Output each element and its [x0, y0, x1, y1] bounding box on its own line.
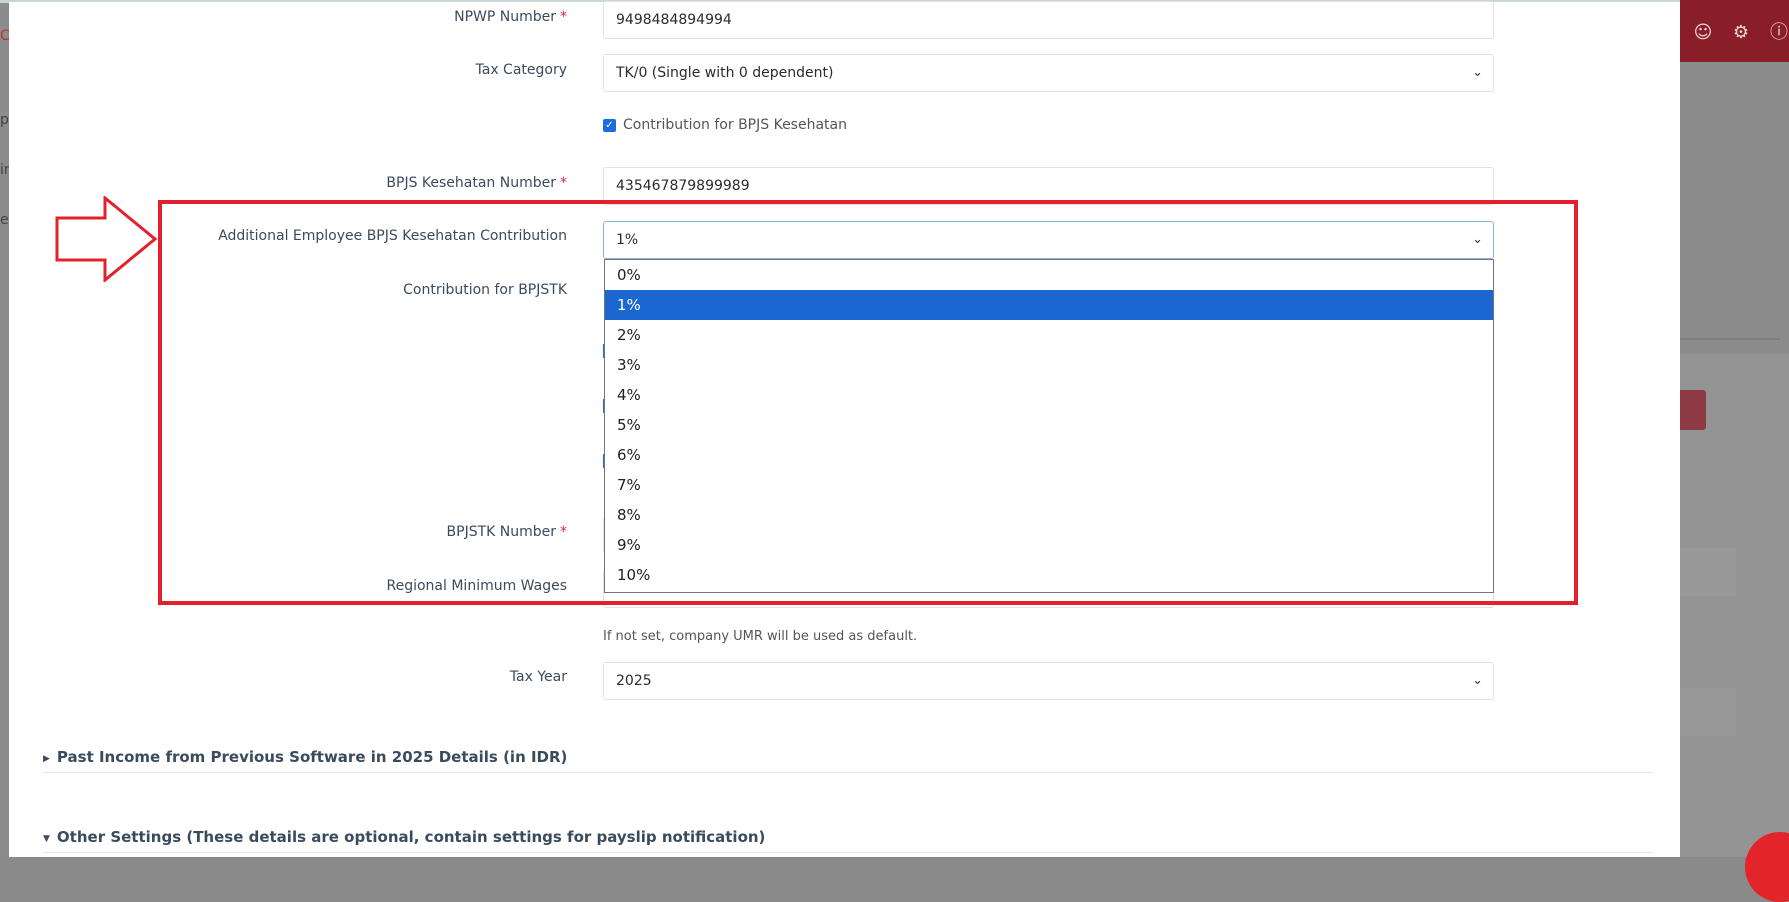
- chevron-down-icon: ⌄: [1472, 673, 1483, 688]
- tax-category-label: Tax Category: [475, 62, 568, 78]
- bpjs-kesehatan-checkbox-row[interactable]: ✓ Contribution for BPJS Kesehatan: [603, 117, 847, 133]
- bpjs-kesehatan-number-label: BPJS Kesehatan Number *: [386, 175, 567, 191]
- background-left-text: e: [0, 212, 9, 228]
- caret-down-icon: ▼: [43, 834, 50, 844]
- bpjs-kesehatan-checkbox[interactable]: ✓: [603, 118, 616, 132]
- background-row: [1680, 548, 1736, 596]
- background-button: [1680, 390, 1706, 430]
- past-income-section-title: Past Income from Previous Software in 20…: [56, 748, 568, 766]
- annotation-highlight-box: [158, 200, 1578, 605]
- other-settings-section-title: Other Settings (These details are option…: [56, 828, 766, 846]
- background-row: [1680, 688, 1736, 736]
- annotation-arrow-icon: [55, 196, 158, 282]
- bpjs-kesehatan-checkbox-label: Contribution for BPJS Kesehatan: [623, 117, 847, 133]
- past-income-section-toggle[interactable]: ▶ Past Income from Previous Software in 2…: [43, 748, 1653, 773]
- tax-category-select[interactable]: TK/0 (Single with 0 dependent) ⌄: [603, 54, 1494, 92]
- background-topbar: ☺ ⚙ ⓘ: [1680, 0, 1789, 62]
- tax-year-value: 2025: [616, 673, 652, 689]
- regional-minimum-wages-hint: If not set, company UMR will be used as …: [603, 629, 918, 644]
- npwp-label: NPWP Number *: [454, 9, 567, 25]
- chevron-down-icon: ⌄: [1472, 65, 1483, 80]
- other-settings-section-toggle[interactable]: ▼ Other Settings (These details are optio…: [43, 828, 1653, 853]
- gear-icon[interactable]: ⚙: [1730, 22, 1752, 44]
- help-icon[interactable]: ⓘ: [1768, 22, 1789, 44]
- tax-year-label: Tax Year: [509, 669, 567, 685]
- tax-year-select[interactable]: 2025 ⌄: [603, 662, 1494, 700]
- tax-category-value: TK/0 (Single with 0 dependent): [616, 65, 834, 81]
- caret-right-icon: ▶: [43, 754, 50, 764]
- user-icon[interactable]: ☺: [1692, 22, 1714, 44]
- npwp-input[interactable]: 9498484894994: [603, 1, 1494, 39]
